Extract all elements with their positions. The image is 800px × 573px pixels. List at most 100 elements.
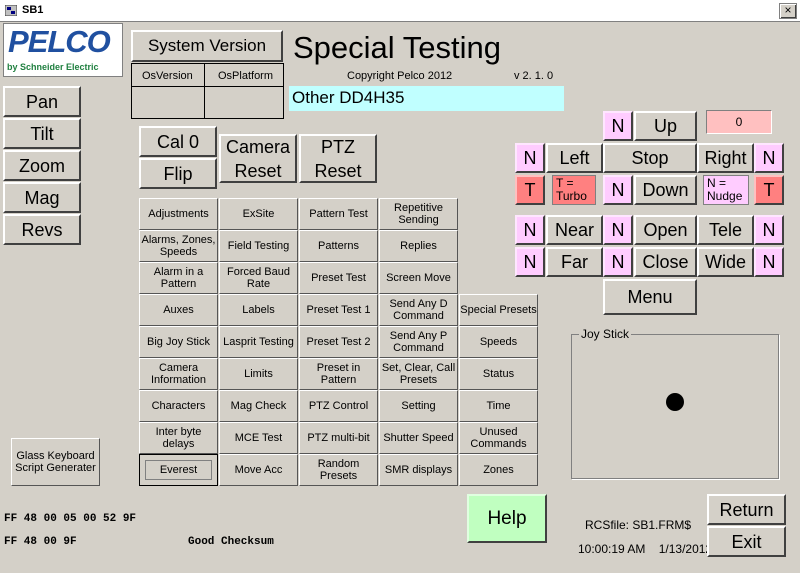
help-button[interactable]: Help — [467, 494, 547, 543]
replies-button[interactable]: Replies — [379, 230, 458, 262]
screen-move-button[interactable]: Screen Move — [379, 262, 458, 294]
os-table-hline — [132, 86, 283, 87]
stop-button[interactable]: Stop — [603, 143, 697, 173]
wide-nudge-button[interactable]: N — [754, 247, 784, 277]
auxes-button[interactable]: Auxes — [139, 294, 218, 326]
move-acc-button[interactable]: Move Acc — [219, 454, 298, 486]
exit-button[interactable]: Exit — [707, 526, 786, 557]
ptz-multi-bit-button[interactable]: PTZ multi-bit — [299, 422, 378, 454]
adjustments-button[interactable]: Adjustments — [139, 198, 218, 230]
smr-displays-button[interactable]: SMR displays — [379, 454, 458, 486]
preset-test-button[interactable]: Preset Test — [299, 262, 378, 294]
down-nudge-button[interactable]: N — [603, 175, 633, 205]
turbo-legend-text: T = Turbo — [556, 176, 587, 203]
set-clear-call-presets-button[interactable]: Set, Clear, Call Presets — [379, 358, 458, 390]
iris-close-button[interactable]: Close — [634, 247, 697, 277]
left-nudge-button[interactable]: N — [515, 143, 545, 173]
far-button[interactable]: Far — [546, 247, 603, 277]
preset-test-2-button[interactable]: Preset Test 2 — [299, 326, 378, 358]
counter-value: 0 — [735, 115, 743, 129]
right-button[interactable]: Right — [697, 143, 754, 173]
right-nudge-button[interactable]: N — [754, 143, 784, 173]
close-button[interactable]: × — [779, 3, 797, 19]
everest-label: Everest — [144, 460, 213, 480]
setting-button[interactable]: Setting — [379, 390, 458, 422]
tele-button[interactable]: Tele — [697, 215, 754, 245]
device-display: Other DD4H35 — [289, 86, 564, 111]
status-button[interactable]: Status — [459, 358, 538, 390]
pelco-logo: PELCO by Schneider Electric — [3, 23, 123, 77]
wide-button[interactable]: Wide — [697, 247, 754, 277]
zones-button[interactable]: Zones — [459, 454, 538, 486]
near-button[interactable]: Near — [546, 215, 603, 245]
alarm-in-pattern-button[interactable]: Alarm in a Pattern — [139, 262, 218, 294]
forced-baud-rate-button[interactable]: Forced Baud Rate — [219, 262, 298, 294]
random-presets-button[interactable]: Random Presets — [299, 454, 378, 486]
limits-button[interactable]: Limits — [219, 358, 298, 390]
labels-button[interactable]: Labels — [219, 294, 298, 326]
big-joy-stick-button[interactable]: Big Joy Stick — [139, 326, 218, 358]
mce-test-button[interactable]: MCE Test — [219, 422, 298, 454]
camera-information-button[interactable]: Camera Information — [139, 358, 218, 390]
os-table: OsVersion OsPlatform — [131, 63, 284, 119]
lasprit-testing-button[interactable]: Lasprit Testing — [219, 326, 298, 358]
down-button[interactable]: Down — [634, 175, 697, 205]
repetitive-sending-button[interactable]: Repetitive Sending — [379, 198, 458, 230]
revs-button[interactable]: Revs — [3, 214, 81, 245]
camera-reset-button[interactable]: Camera Reset — [219, 134, 297, 183]
right-turbo-button[interactable]: T — [754, 175, 784, 205]
pattern-test-button[interactable]: Pattern Test — [299, 198, 378, 230]
send-any-p-command-button[interactable]: Send Any P Command — [379, 326, 458, 358]
exsite-button[interactable]: ExSite — [219, 198, 298, 230]
special-presets-button[interactable]: Special Presets — [459, 294, 538, 326]
cal0-button[interactable]: Cal 0 — [139, 126, 217, 157]
mag-check-button[interactable]: Mag Check — [219, 390, 298, 422]
ptz-reset-button[interactable]: PTZ Reset — [299, 134, 377, 183]
mag-button[interactable]: Mag — [3, 182, 81, 213]
time-button[interactable]: Time — [459, 390, 538, 422]
preset-test-1-button[interactable]: Preset Test 1 — [299, 294, 378, 326]
datetime: 10:00:19 AM 1/13/2012 — [578, 542, 713, 556]
close-nudge-button[interactable]: N — [603, 247, 633, 277]
pan-button[interactable]: Pan — [3, 86, 81, 117]
shutter-speed-button[interactable]: Shutter Speed — [379, 422, 458, 454]
nudge-legend-text: N = Nudge — [707, 176, 743, 203]
zoom-button[interactable]: Zoom — [3, 150, 81, 181]
flip-button[interactable]: Flip — [139, 158, 217, 189]
turbo-legend: T = Turbo — [552, 175, 596, 205]
hex-line-2: FF 48 00 9F — [4, 536, 77, 548]
inter-byte-delays-button[interactable]: Inter byte delays — [139, 422, 218, 454]
field-testing-button[interactable]: Field Testing — [219, 230, 298, 262]
copyright-text: Copyright Pelco 2012 — [347, 70, 453, 82]
preset-in-pattern-button[interactable]: Preset in Pattern — [299, 358, 378, 390]
open-nudge-button[interactable]: N — [603, 215, 633, 245]
speeds-button[interactable]: Speeds — [459, 326, 538, 358]
up-nudge-button[interactable]: N — [603, 111, 633, 141]
counter-display: 0 — [706, 110, 772, 134]
joystick-label: Joy Stick — [579, 327, 632, 341]
patterns-button[interactable]: Patterns — [299, 230, 378, 262]
joystick-knob[interactable] — [666, 393, 684, 411]
up-button[interactable]: Up — [634, 111, 697, 141]
near-nudge-button[interactable]: N — [515, 215, 545, 245]
far-nudge-button[interactable]: N — [515, 247, 545, 277]
open-button[interactable]: Open — [634, 215, 697, 245]
tilt-button[interactable]: Tilt — [3, 118, 81, 149]
send-any-d-command-button[interactable]: Send Any D Command — [379, 294, 458, 326]
characters-button[interactable]: Characters — [139, 390, 218, 422]
return-button[interactable]: Return — [707, 494, 786, 525]
left-button[interactable]: Left — [546, 143, 603, 173]
glass-keyboard-button[interactable]: Glass Keyboard Script Generater — [11, 438, 100, 486]
app-icon — [5, 5, 17, 16]
left-turbo-button[interactable]: T — [515, 175, 545, 205]
alarms-zones-speeds-button[interactable]: Alarms, Zones, Speeds — [139, 230, 218, 262]
tele-nudge-button[interactable]: N — [754, 215, 784, 245]
menu-button[interactable]: Menu — [603, 279, 697, 315]
everest-button[interactable]: Everest — [139, 454, 218, 486]
system-version-button[interactable]: System Version — [131, 30, 283, 62]
joystick-frame[interactable]: Joy Stick — [571, 327, 779, 479]
hex-line-1: FF 48 00 05 00 52 9F — [4, 513, 137, 525]
title-bar: SB1 × — [0, 0, 800, 22]
unused-commands-button[interactable]: Unused Commands — [459, 422, 538, 454]
ptz-control-button[interactable]: PTZ Control — [299, 390, 378, 422]
